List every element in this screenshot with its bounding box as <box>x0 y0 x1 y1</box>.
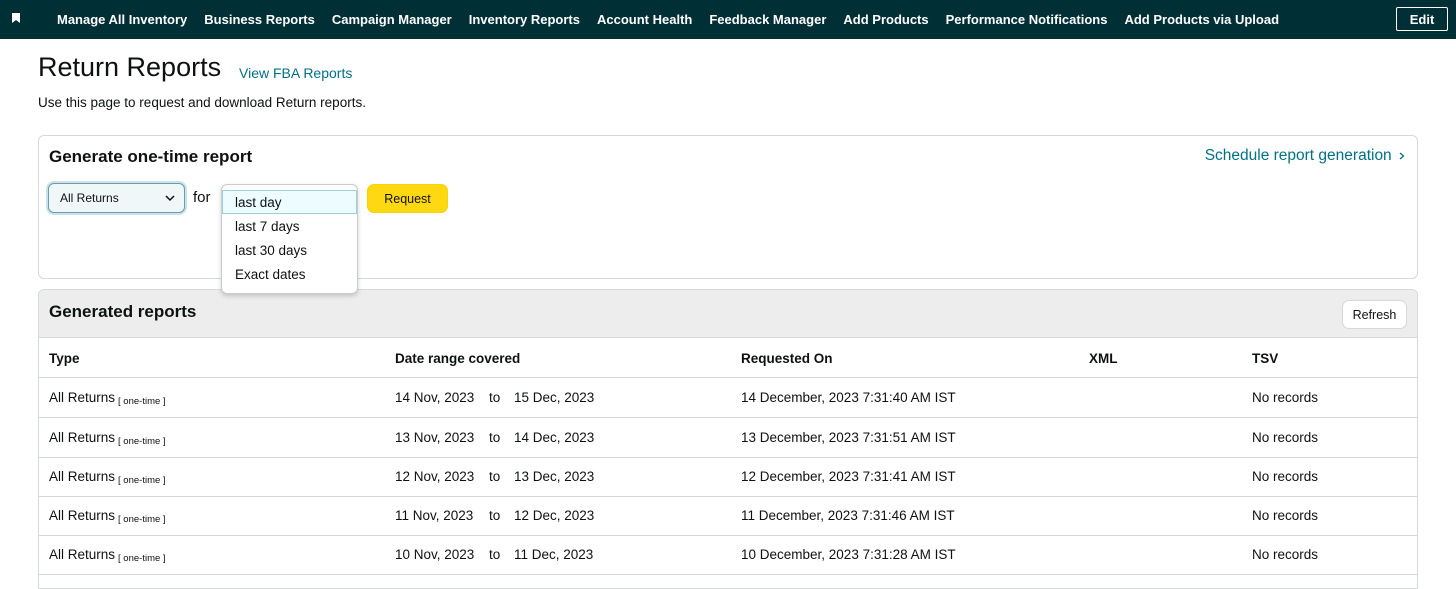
nav-links: Manage All Inventory Business Reports Ca… <box>57 0 1296 39</box>
period-option-exact-dates[interactable]: Exact dates <box>222 262 357 286</box>
type-cell: All Returns[ one-time ] <box>49 547 166 564</box>
date-to-label: to <box>489 508 501 523</box>
nav-link-feedback-manager[interactable]: Feedback Manager <box>709 12 826 27</box>
requested-on-cell: 10 December, 2023 7:31:28 AM IST <box>741 547 956 562</box>
nav-link-manage-all-inventory[interactable]: Manage All Inventory <box>57 12 187 27</box>
table-row: All Returns[ one-time ] 13 Nov, 2023 to … <box>39 418 1417 458</box>
nav-link-performance-notifications[interactable]: Performance Notifications <box>946 12 1108 27</box>
type-cell: All Returns[ one-time ] <box>49 430 166 447</box>
date-from-cell: 13 Nov, 2023 <box>395 430 475 445</box>
period-option-last-30-days[interactable]: last 30 days <box>222 238 357 262</box>
nav-link-inventory-reports[interactable]: Inventory Reports <box>469 12 580 27</box>
chevron-right-icon <box>1399 152 1405 160</box>
table-header: Type Date range covered Requested On XML… <box>39 338 1417 378</box>
chevron-down-icon <box>165 195 175 202</box>
table-row: All Returns[ one-time ] 11 Nov, 2023 to … <box>39 496 1417 536</box>
date-from-cell: 10 Nov, 2023 <box>395 547 475 562</box>
period-option-last-7-days[interactable]: last 7 days <box>222 214 357 238</box>
table-row: All Returns[ one-time ] 10 Nov, 2023 to … <box>39 535 1417 575</box>
column-header-date-range: Date range covered <box>395 351 521 366</box>
tsv-cell: No records <box>1252 508 1319 523</box>
report-type-select[interactable]: All Returns <box>48 183 185 213</box>
page-description: Use this page to request and download Re… <box>38 95 366 110</box>
requested-on-cell: 13 December, 2023 7:31:51 AM IST <box>741 430 956 445</box>
period-dropdown-menu: last day last 7 days last 30 days Exact … <box>221 184 358 294</box>
one-time-tag: [ one-time ] <box>118 436 166 447</box>
report-type-value: All Returns <box>60 191 119 205</box>
generated-reports-panel: Generated reports Refresh Type Date rang… <box>38 289 1418 589</box>
column-header-requested-on: Requested On <box>741 351 833 366</box>
tsv-cell: No records <box>1252 430 1319 445</box>
requested-on-cell: 14 December, 2023 7:31:40 AM IST <box>741 390 956 405</box>
one-time-tag: [ one-time ] <box>118 553 166 564</box>
date-from-cell: 14 Nov, 2023 <box>395 390 475 405</box>
requested-on-cell: 12 December, 2023 7:31:41 AM IST <box>741 469 956 484</box>
generated-reports-header: Generated reports Refresh <box>39 290 1417 338</box>
type-cell: All Returns[ one-time ] <box>49 469 166 486</box>
date-from-cell: 12 Nov, 2023 <box>395 469 475 484</box>
bookmark-icon[interactable] <box>12 13 20 23</box>
one-time-tag: [ one-time ] <box>118 396 166 407</box>
request-button[interactable]: Request <box>367 184 448 213</box>
date-to-label: to <box>489 547 501 562</box>
nav-link-add-products-via-upload[interactable]: Add Products via Upload <box>1124 12 1279 27</box>
schedule-link-label: Schedule report generation <box>1204 147 1392 164</box>
tsv-cell: No records <box>1252 469 1319 484</box>
refresh-button[interactable]: Refresh <box>1342 300 1407 329</box>
date-to-label: to <box>489 469 501 484</box>
date-to-cell: 14 Dec, 2023 <box>514 430 595 445</box>
tsv-cell: No records <box>1252 390 1319 405</box>
generate-report-title: Generate one-time report <box>49 147 253 166</box>
for-label: for <box>193 189 211 206</box>
table-row: All Returns[ one-time ] 14 Nov, 2023 to … <box>39 378 1417 418</box>
edit-button[interactable]: Edit <box>1396 7 1448 31</box>
date-to-label: to <box>489 390 501 405</box>
nav-link-campaign-manager[interactable]: Campaign Manager <box>332 12 452 27</box>
column-header-type: Type <box>49 351 80 366</box>
one-time-tag: [ one-time ] <box>118 475 166 486</box>
period-option-last-day[interactable]: last day <box>222 190 357 214</box>
table-row: All Returns[ one-time ] 12 Nov, 2023 to … <box>39 457 1417 497</box>
schedule-report-generation-link[interactable]: Schedule report generation <box>1205 147 1405 165</box>
type-cell: All Returns[ one-time ] <box>49 508 166 525</box>
date-to-cell: 11 Dec, 2023 <box>514 547 594 562</box>
column-header-tsv: TSV <box>1252 351 1279 366</box>
one-time-tag: [ one-time ] <box>118 514 166 525</box>
date-to-cell: 15 Dec, 2023 <box>514 390 595 405</box>
top-nav-bar: Manage All Inventory Business Reports Ca… <box>0 0 1456 39</box>
tsv-cell: No records <box>1252 547 1319 562</box>
date-to-cell: 13 Dec, 2023 <box>514 469 595 484</box>
requested-on-cell: 11 December, 2023 7:31:46 AM IST <box>741 508 955 523</box>
column-header-xml: XML <box>1089 351 1118 366</box>
date-from-cell: 11 Nov, 2023 <box>395 508 474 523</box>
date-to-cell: 12 Dec, 2023 <box>514 508 595 523</box>
generated-reports-title: Generated reports <box>49 302 197 321</box>
nav-link-account-health[interactable]: Account Health <box>597 12 692 27</box>
type-cell: All Returns[ one-time ] <box>49 390 166 407</box>
page-title: Return Reports <box>38 52 222 82</box>
nav-link-business-reports[interactable]: Business Reports <box>204 12 315 27</box>
nav-link-add-products[interactable]: Add Products <box>843 12 928 27</box>
date-to-label: to <box>489 430 501 445</box>
view-fba-reports-link[interactable]: View FBA Reports <box>239 65 352 81</box>
